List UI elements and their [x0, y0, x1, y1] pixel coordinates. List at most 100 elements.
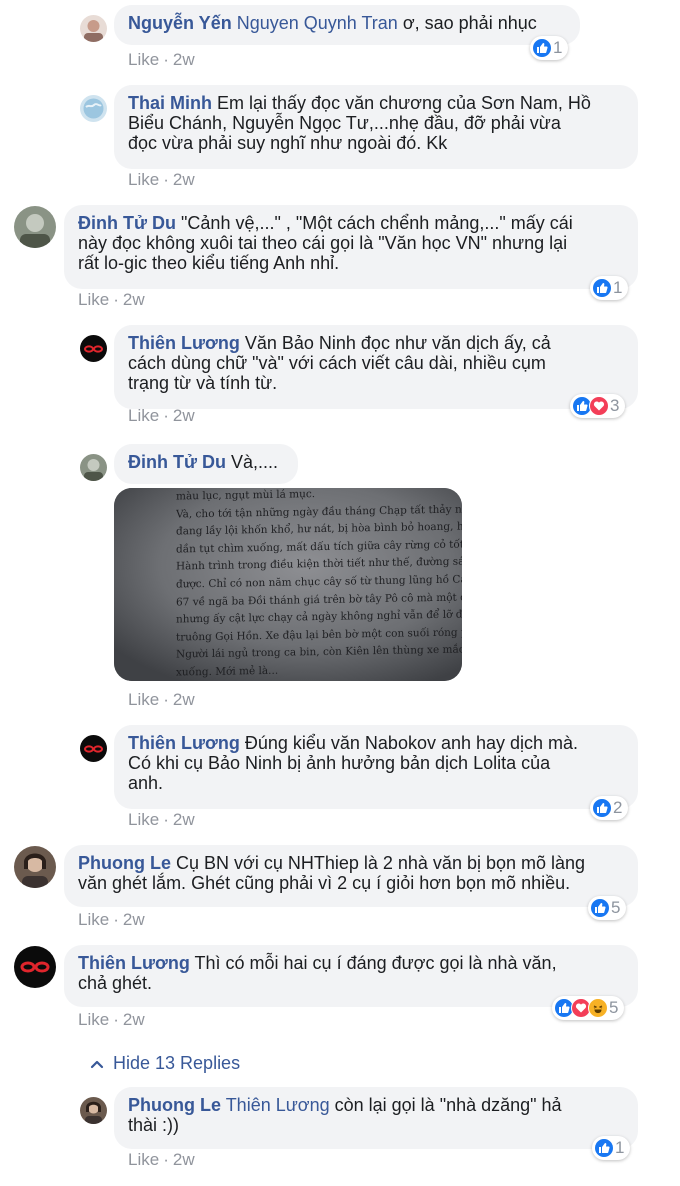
comment-text-line: đọc vừa phải suy nghĩ như ngoài đó. Kk [128, 133, 448, 153]
timestamp[interactable]: 2w [123, 290, 145, 309]
avatar[interactable] [80, 454, 107, 481]
photo-page-text: màu lục, ngụt mùi lá mục. Và, cho tới tậ… [176, 488, 462, 681]
haha-reaction-icon [588, 998, 608, 1018]
comment-author[interactable]: Thiên Lương [128, 733, 240, 753]
like-link[interactable]: Like [128, 810, 159, 829]
like-link[interactable]: Like [128, 50, 159, 69]
comment-text-line: Cụ BN với cụ NHThiep là 2 nhà văn bị bọn… [176, 853, 586, 873]
love-reaction-icon [589, 396, 609, 416]
mention[interactable]: Thiên Lương [226, 1095, 330, 1115]
comment-text-line: trạng từ và tính từ. [128, 373, 278, 393]
reaction-number: 1 [553, 38, 563, 57]
hide-replies-label: Hide 13 Replies [113, 1053, 241, 1073]
chevron-up-icon [90, 1059, 104, 1069]
comment-text-line: này đọc không xuôi tai theo cái gọi là "… [78, 233, 568, 253]
comment-bubble: Thai Minh Em lại thấy đọc văn chương của… [114, 85, 638, 169]
reaction-count[interactable]: 1 [590, 276, 629, 300]
reaction-number: 3 [610, 396, 620, 415]
avatar[interactable] [80, 335, 107, 362]
comment-text-line: Văn Bảo Ninh đọc như văn dịch ấy, cả [244, 333, 551, 353]
timestamp[interactable]: 2w [173, 170, 195, 189]
comment-author[interactable]: Phuong Le [128, 1095, 221, 1115]
comment-actions: Like · 2w [78, 910, 145, 929]
like-link[interactable]: Like [128, 170, 159, 189]
comment-bubble: Phuong Le Thiên Lương còn lại gọi là "nh… [114, 1087, 638, 1149]
reaction-number: 5 [611, 898, 621, 917]
avatar[interactable] [80, 95, 107, 122]
avatar[interactable] [80, 1097, 107, 1124]
timestamp[interactable]: 2w [173, 50, 195, 69]
timestamp[interactable]: 2w [173, 810, 195, 829]
comment-bubble: Đinh Tử Du Và,.... [114, 444, 298, 484]
like-link[interactable]: Like [128, 1150, 159, 1169]
mention[interactable]: Nguyen Quynh Tran [237, 13, 398, 33]
comment-bubble: Thiên Lương Đúng kiểu văn Nabokov anh ha… [114, 725, 638, 809]
avatar[interactable] [14, 946, 56, 988]
like-reaction-icon [592, 798, 612, 818]
comment-bubble: Đinh Tử Du "Cảnh vệ,..." , "Một cách chể… [64, 205, 638, 289]
timestamp[interactable]: 2w [173, 690, 195, 709]
reaction-number: 5 [609, 998, 619, 1017]
timestamp[interactable]: 2w [173, 1150, 195, 1169]
avatar[interactable] [14, 206, 56, 248]
comment-author[interactable]: Đinh Tử Du [78, 213, 176, 233]
comment-author[interactable]: Nguyễn Yến [128, 13, 232, 33]
comment-text-line: Đúng kiểu văn Nabokov anh hay dịch mà. [244, 733, 579, 753]
timestamp[interactable]: 2w [123, 910, 145, 929]
comment-text-line: Em lại thấy đọc văn chương của Sơn Nam, … [217, 93, 591, 113]
comment-actions: Like · 2w [78, 1010, 145, 1029]
comment-text-line: Thì có mỗi hai cụ í đáng được gọi là nhà… [194, 953, 557, 973]
like-link[interactable]: Like [78, 290, 109, 309]
like-link[interactable]: Like [78, 910, 109, 929]
comment-author[interactable]: Đinh Tử Du [128, 452, 226, 472]
like-reaction-icon [590, 898, 610, 918]
reaction-number: 2 [613, 798, 623, 817]
comment-author[interactable]: Thiên Lương [78, 953, 190, 973]
comment-actions: Like · 2w [128, 50, 195, 69]
hide-replies-link[interactable]: Hide 13 Replies [90, 1053, 240, 1074]
reaction-count[interactable]: 5 [588, 896, 627, 920]
comment-text-line: thài :)) [128, 1115, 180, 1135]
comment-text-line: cách dùng chữ "và" với cách viết câu dài… [128, 353, 546, 373]
like-link[interactable]: Like [128, 406, 159, 425]
comment-text-line: rất lo-gic theo kiểu tiếng Anh nhỉ. [78, 253, 340, 273]
comment-text-line: anh. [128, 773, 164, 793]
comment-text-line: Biểu Chánh, Nguyễn Ngọc Tư,...nhẹ đầu, đ… [128, 113, 561, 133]
comment-bubble: Phuong Le Cụ BN với cụ NHThiep là 2 nhà … [64, 845, 638, 907]
timestamp[interactable]: 2w [173, 406, 195, 425]
reaction-number: 1 [615, 1138, 625, 1157]
comment-bubble: Nguyễn Yến Nguyen Quynh Tran ơ, sao phải… [114, 5, 580, 45]
avatar[interactable] [80, 15, 107, 42]
like-link[interactable]: Like [128, 690, 159, 709]
reaction-count[interactable]: 1 [530, 36, 569, 60]
comment-bubble: Thiên Lương Văn Bảo Ninh đọc như văn dịc… [114, 325, 638, 409]
comment-author[interactable]: Thiên Lương [128, 333, 240, 353]
reaction-count[interactable]: 3 [570, 394, 626, 418]
comment-actions: Like · 2w [128, 810, 195, 829]
like-reaction-icon [592, 278, 612, 298]
like-link[interactable]: Like [78, 1010, 109, 1029]
comment-text-line: chả ghét. [78, 973, 153, 993]
comment-photo[interactable]: màu lục, ngụt mùi lá mục. Và, cho tới tậ… [114, 488, 462, 681]
like-reaction-icon [594, 1138, 614, 1158]
comment-actions: Like · 2w [78, 290, 145, 309]
comment-actions: Like · 2w [128, 406, 195, 425]
comment-author[interactable]: Thai Minh [128, 93, 212, 113]
reaction-count[interactable]: 1 [592, 1136, 631, 1160]
comment-text: Và,.... [231, 452, 279, 472]
avatar[interactable] [14, 846, 56, 888]
comment-actions: Like · 2w [128, 690, 195, 709]
comment-author[interactable]: Phuong Le [78, 853, 171, 873]
timestamp[interactable]: 2w [123, 1010, 145, 1029]
comment-actions: Like · 2w [128, 170, 195, 189]
comment-text-line: còn lại gọi là "nhà dzăng" hả [334, 1095, 562, 1115]
comment-bubble: Thiên Lương Thì có mỗi hai cụ í đáng đượ… [64, 945, 638, 1007]
reaction-count[interactable]: 5 [552, 996, 625, 1020]
comment-text-line: Có khi cụ Bảo Ninh bị ảnh hưởng bản dịch… [128, 753, 551, 773]
reaction-number: 1 [613, 278, 623, 297]
comment-actions: Like · 2w [128, 1150, 195, 1169]
comment-text-line: "Cảnh vệ,..." , "Một cách chểnh mảng,...… [181, 213, 573, 233]
reaction-count[interactable]: 2 [590, 796, 629, 820]
avatar[interactable] [80, 735, 107, 762]
like-reaction-icon [532, 38, 552, 58]
